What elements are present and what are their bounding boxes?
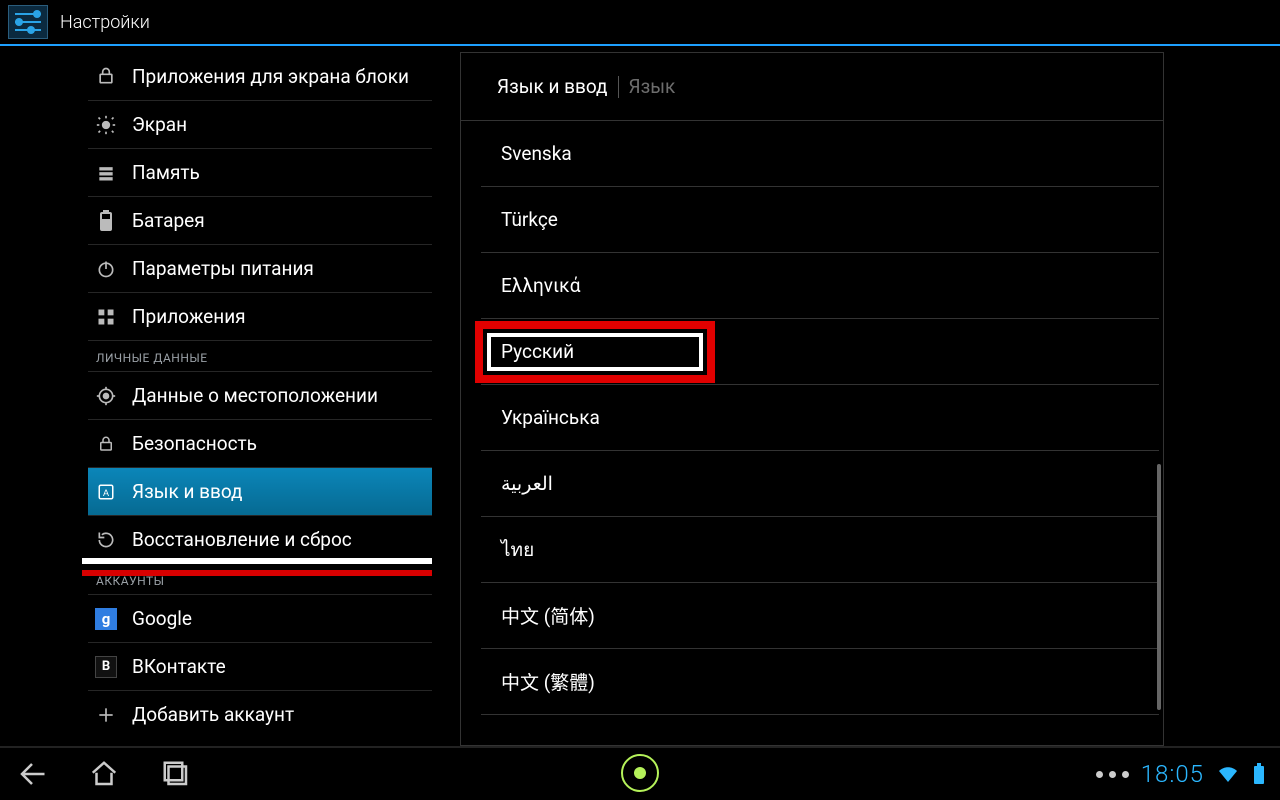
- sidebar-item-security[interactable]: Безопасность: [88, 419, 432, 467]
- breadcrumb: Язык и ввод Язык: [461, 53, 1163, 121]
- sidebar-item-label: Добавить аккаунт: [132, 703, 294, 726]
- sidebar-item-vkontakte[interactable]: B ВКонтакте: [88, 642, 432, 690]
- language-icon: A: [94, 480, 118, 504]
- sidebar-item-label: Восстановление и сброс: [132, 528, 352, 551]
- language-item-thai[interactable]: ไทย: [481, 517, 1159, 583]
- breadcrumb-separator: [618, 76, 619, 98]
- language-label: Українська: [501, 406, 600, 429]
- sidebar-item-label: Батарея: [132, 209, 205, 232]
- apps-icon: [94, 305, 118, 329]
- sidebar-item-label: Google: [132, 607, 192, 630]
- sidebar-item-storage[interactable]: Память: [88, 148, 432, 196]
- power-icon: [94, 257, 118, 281]
- language-label: ไทย: [501, 535, 534, 565]
- sidebar-item-display[interactable]: Экран: [88, 100, 432, 148]
- language-label: Türkçe: [501, 208, 558, 231]
- system-navbar: 18:05: [0, 746, 1280, 800]
- sidebar-item-label: Язык и ввод: [132, 480, 243, 503]
- nav-left: [14, 756, 194, 792]
- settings-sidebar[interactable]: Приложения для экрана блоки Экран Память: [4, 52, 432, 746]
- screen: Настройки Приложения для экрана блоки Эк…: [0, 0, 1280, 800]
- display-icon: [94, 113, 118, 137]
- battery-status-icon[interactable]: [1252, 763, 1266, 785]
- sidebar-item-label: Экран: [132, 113, 187, 136]
- breadcrumb-current: Язык: [629, 75, 676, 98]
- lock-icon: [94, 64, 118, 88]
- sidebar-item-label: Безопасность: [132, 432, 257, 455]
- settings-icon: [8, 5, 48, 39]
- security-icon: [94, 432, 118, 456]
- language-label: العربية: [501, 472, 553, 495]
- sidebar-item-backup-reset[interactable]: Восстановление и сброс: [88, 515, 432, 563]
- sidebar-item-google[interactable]: g Google: [88, 594, 432, 642]
- vk-icon: B: [94, 655, 118, 679]
- back-button[interactable]: [14, 756, 50, 792]
- sidebar-item-label: Параметры питания: [132, 257, 314, 280]
- google-icon: g: [94, 607, 118, 631]
- voice-search-button[interactable]: [621, 754, 659, 792]
- sidebar-item-label: Приложения для экрана блоки: [132, 65, 409, 88]
- language-item-russkiy[interactable]: Русский: [481, 319, 1159, 385]
- sidebar-item-label: Память: [132, 161, 200, 184]
- language-label: Ελληνικά: [501, 274, 580, 297]
- sidebar-item-location[interactable]: Данные о местоположении: [88, 371, 432, 419]
- wifi-icon[interactable]: [1216, 764, 1240, 784]
- language-item-turkce[interactable]: Türkçe: [481, 187, 1159, 253]
- battery-icon: [94, 209, 118, 233]
- sidebar-section-accounts: АККАУНТЫ: [88, 563, 432, 594]
- sidebar-item-label: ВКонтакте: [132, 655, 226, 678]
- sidebar-item-apps[interactable]: Приложения: [88, 292, 432, 340]
- sidebar-item-battery[interactable]: Батарея: [88, 196, 432, 244]
- home-button[interactable]: [86, 756, 122, 792]
- notifications-button[interactable]: [1096, 771, 1129, 778]
- recent-apps-button[interactable]: [158, 756, 194, 792]
- sidebar-item-language-input[interactable]: A Язык и ввод: [88, 467, 432, 515]
- breadcrumb-parent[interactable]: Язык и ввод: [497, 75, 608, 98]
- location-icon: [94, 384, 118, 408]
- annotation-underline-white: [82, 558, 432, 564]
- language-item-ukrainska[interactable]: Українська: [481, 385, 1159, 451]
- sidebar-item-label: Приложения: [132, 305, 246, 328]
- nav-right: 18:05: [1096, 760, 1266, 788]
- svg-text:A: A: [103, 487, 109, 497]
- language-item-zh-traditional[interactable]: 中文 (繁體): [481, 649, 1159, 715]
- language-label: 中文 (简体): [501, 602, 595, 629]
- language-label: Русский: [501, 340, 574, 363]
- language-label: 中文 (繁體): [501, 668, 595, 695]
- language-item-arabic[interactable]: العربية: [481, 451, 1159, 517]
- sidebar-section-personal: ЛИЧНЫЕ ДАННЫЕ: [88, 340, 432, 371]
- plus-icon: [94, 703, 118, 727]
- backup-icon: [94, 528, 118, 552]
- language-panel: Язык и ввод Язык Svenska Türkçe Ελληνικά…: [460, 52, 1164, 746]
- annotation-underline-red: [82, 570, 432, 576]
- sidebar-item-lockscreen-apps[interactable]: Приложения для экрана блоки: [88, 52, 432, 100]
- language-item-ellinika[interactable]: Ελληνικά: [481, 253, 1159, 319]
- status-clock[interactable]: 18:05: [1141, 760, 1204, 788]
- language-label: Svenska: [501, 142, 572, 165]
- language-list[interactable]: Svenska Türkçe Ελληνικά Русский Українсь…: [461, 121, 1163, 745]
- app-title: Настройки: [60, 12, 150, 33]
- sidebar-item-power-params[interactable]: Параметры питания: [88, 244, 432, 292]
- language-item-svenska[interactable]: Svenska: [481, 121, 1159, 187]
- storage-icon: [94, 161, 118, 185]
- language-item-zh-simplified[interactable]: 中文 (简体): [481, 583, 1159, 649]
- scrollbar-thumb[interactable]: [1157, 464, 1161, 710]
- app-bar: Настройки: [0, 0, 1280, 46]
- content-area: Приложения для экрана блоки Экран Память: [0, 46, 1280, 746]
- sidebar-item-add-account[interactable]: Добавить аккаунт: [88, 690, 432, 738]
- sidebar-item-label: Данные о местоположении: [132, 384, 378, 407]
